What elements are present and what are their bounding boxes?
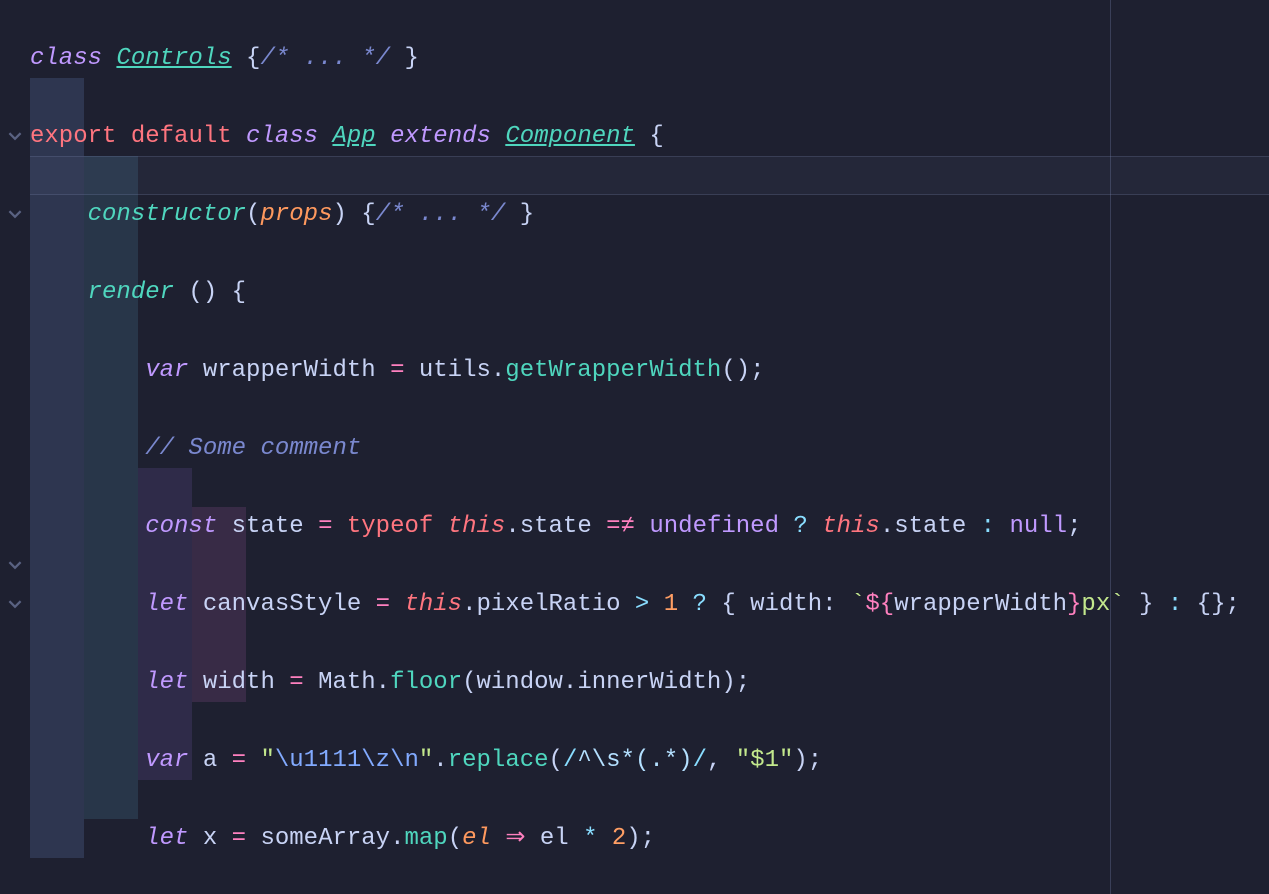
code-line[interactable]: // Some comment xyxy=(30,429,1269,468)
fold-toggle-icon[interactable] xyxy=(8,51,22,65)
code-area[interactable]: class Controls {/* ... */ } export defau… xyxy=(30,0,1269,894)
code-line[interactable]: var a = "\u1111\z\n".replace(/^\s*(.*)/,… xyxy=(30,741,1269,780)
fold-toggle-icon[interactable] xyxy=(8,129,22,143)
code-line[interactable]: constructor(props) {/* ... */ } xyxy=(30,195,1269,234)
code-line[interactable]: const state = typeof this.state =≠ undef… xyxy=(30,507,1269,546)
fold-toggle-icon[interactable] xyxy=(8,480,22,494)
fold-toggle-icon[interactable] xyxy=(8,519,22,533)
code-line[interactable]: let canvasStyle = this.pixelRatio > 1 ? … xyxy=(30,585,1269,624)
code-line[interactable]: let width = Math.floor(window.innerWidth… xyxy=(30,663,1269,702)
code-line[interactable]: class Controls {/* ... */ } xyxy=(30,39,1269,78)
code-line[interactable]: var wrapperWidth = utils.getWrapperWidth… xyxy=(30,351,1269,390)
code-editor[interactable]: class Controls {/* ... */ } export defau… xyxy=(0,0,1269,894)
code-line[interactable]: let x = someArray.map(el ⇒ el * 2); xyxy=(30,819,1269,858)
code-line[interactable]: render () { xyxy=(30,273,1269,312)
gutter xyxy=(0,0,30,894)
mouse-cursor-icon xyxy=(1229,6,1255,36)
code-line[interactable]: export default class App extends Compone… xyxy=(30,117,1269,156)
